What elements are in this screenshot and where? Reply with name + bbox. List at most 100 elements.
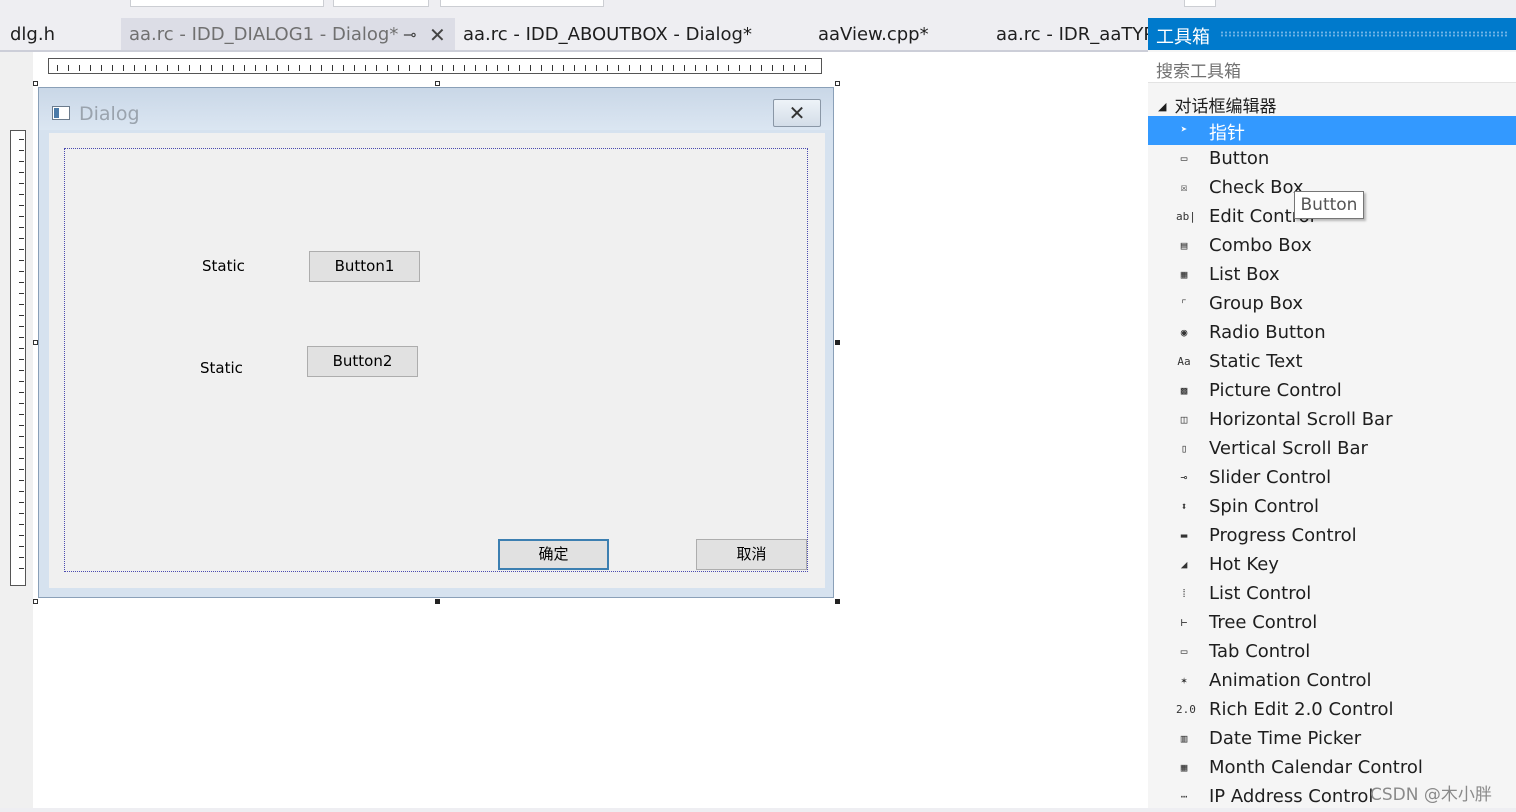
toolbox-item[interactable]: ⌜ Group Box — [1148, 290, 1516, 319]
toolbox-panel: 工具箱 搜索工具箱 ◢ 对话框编辑器 ➤ 指针 ▭ Button ☒ Check Box ab… — [1148, 18, 1516, 808]
toolbox-header[interactable]: 工具箱 — [1148, 18, 1516, 50]
resize-handle[interactable] — [835, 81, 840, 86]
resize-handle[interactable] — [435, 599, 440, 604]
list-control-icon: ⁞ — [1180, 587, 1188, 600]
category-label: 对话框编辑器 — [1174, 97, 1277, 117]
dialog-title-bar[interactable]: Dialog ✕ — [39, 88, 833, 130]
resize-handle[interactable] — [435, 81, 440, 86]
button2[interactable]: Button2 — [307, 346, 418, 377]
toolbox-item-label: Picture Control — [1209, 380, 1342, 401]
spin-control-icon: ⬍ — [1180, 500, 1188, 513]
ip-address-icon: ⋯ — [1180, 790, 1188, 803]
edit-control-icon: ab| — [1176, 210, 1196, 223]
toolbox-item-label: Group Box — [1209, 293, 1303, 314]
toolbar-combo[interactable] — [440, 0, 604, 7]
dialog-window-icon — [52, 106, 70, 120]
toolbox-item[interactable]: ➤ 指针 — [1148, 116, 1516, 145]
button1[interactable]: Button1 — [309, 251, 420, 282]
toolbox-item[interactable]: ▩ Picture Control — [1148, 377, 1516, 406]
dialog-title: Dialog — [79, 103, 140, 125]
toolbox-item-label: IP Address Control — [1209, 786, 1374, 807]
radio-button-icon: ◉ — [1180, 326, 1188, 339]
toolbar-combo[interactable] — [333, 0, 429, 7]
tree-control-icon: ⊢ — [1180, 616, 1188, 629]
resize-handle[interactable] — [835, 340, 840, 345]
dialog-designer-surface[interactable]: Dialog ✕ Static Button1 Static Button2 确… — [0, 52, 1148, 808]
static-text-1[interactable]: Static — [202, 257, 245, 275]
toolbox-item-label: Hot Key — [1209, 554, 1279, 575]
toolbox-item[interactable]: Aa Static Text — [1148, 348, 1516, 377]
cancel-button[interactable]: 取消 — [696, 539, 807, 570]
slider-control-icon: ⊸ — [1180, 471, 1188, 484]
hot-key-icon: ◢ — [1180, 558, 1188, 571]
toolbox-item-label: List Box — [1209, 264, 1280, 285]
toolbox-item-label: Static Text — [1209, 351, 1303, 372]
toolbox-item[interactable]: ▬ Progress Control — [1148, 522, 1516, 551]
dialog-close-button[interactable]: ✕ — [773, 99, 821, 127]
toolbox-item-label: Spin Control — [1209, 496, 1320, 517]
toolbox-item[interactable]: ▭ Button — [1148, 145, 1516, 174]
toolbox-item[interactable]: ⊢ Tree Control — [1148, 609, 1516, 638]
toolbox-item[interactable]: ◉ Radio Button — [1148, 319, 1516, 348]
tab-idr-aatyp[interactable]: aa.rc - IDR_aaTYP — [988, 18, 1148, 50]
checkbox-icon: ☒ — [1180, 181, 1188, 194]
animation-control-icon: ✶ — [1180, 674, 1188, 687]
tab-aaview-cpp[interactable]: aaView.cpp* — [810, 18, 980, 50]
document-tabs: dlg.h aa.rc - IDD_DIALOG1 - Dialog* ⊸ ✕ … — [0, 18, 1148, 52]
resize-handle[interactable] — [33, 81, 38, 86]
tab-idd-dialog1[interactable]: aa.rc - IDD_DIALOG1 - Dialog* ⊸ ✕ — [121, 18, 455, 50]
rich-edit-icon: 2.0 — [1176, 703, 1196, 716]
toolbox-item-label: Progress Control — [1209, 525, 1357, 546]
toolbox-item[interactable]: ⬍ Spin Control — [1148, 493, 1516, 522]
toolbox-item-label: Rich Edit 2.0 Control — [1209, 699, 1394, 720]
toolbox-item[interactable]: ▥ Date Time Picker — [1148, 725, 1516, 754]
toolbox-item-label: Button — [1209, 148, 1270, 169]
drag-grip[interactable] — [1220, 31, 1508, 37]
close-icon[interactable]: ✕ — [429, 18, 446, 52]
toolbox-item-label: Animation Control — [1209, 670, 1372, 691]
pointer-icon: ➤ — [1180, 123, 1188, 136]
tab-control-icon: ▭ — [1180, 645, 1188, 658]
toolbox-item[interactable]: ◢ Hot Key — [1148, 551, 1516, 580]
toolbox-item[interactable]: ▤ Combo Box — [1148, 232, 1516, 261]
search-placeholder: 搜索工具箱 — [1156, 62, 1241, 82]
toolbox-item[interactable]: ✶ Animation Control — [1148, 667, 1516, 696]
dialog-client-area[interactable]: Static Button1 Static Button2 确定 取消 — [49, 133, 825, 588]
toolbox-item-label: Combo Box — [1209, 235, 1312, 256]
ok-button[interactable]: 确定 — [498, 539, 609, 570]
resize-handle[interactable] — [835, 599, 840, 604]
toolbar-button[interactable] — [1184, 0, 1216, 7]
vertical-scroll-bar-icon: ▯ — [1180, 442, 1188, 455]
toolbox-item[interactable]: ⁞ List Control — [1148, 580, 1516, 609]
tab-dlg-h[interactable]: dlg.h — [2, 18, 120, 50]
toolbox-item[interactable]: ⊸ Slider Control — [1148, 464, 1516, 493]
toolbox-item[interactable]: ▦ List Box — [1148, 261, 1516, 290]
static-text-icon: Aa — [1177, 355, 1191, 368]
button-icon: ▭ — [1180, 152, 1188, 165]
resize-handle[interactable] — [33, 599, 38, 604]
month-calendar-icon: ▦ — [1180, 761, 1188, 774]
dialog-window[interactable]: Dialog ✕ Static Button1 Static Button2 确… — [38, 87, 834, 598]
horizontal-ruler[interactable] — [48, 58, 822, 74]
toolbox-item-label: Vertical Scroll Bar — [1209, 438, 1368, 459]
list-box-icon: ▦ — [1180, 268, 1188, 281]
toolbox-item[interactable]: ◫ Horizontal Scroll Bar — [1148, 406, 1516, 435]
toolbox-item[interactable]: 2.0 Rich Edit 2.0 Control — [1148, 696, 1516, 725]
toolbox-item-label: Horizontal Scroll Bar — [1209, 409, 1393, 430]
tab-idd-aboutbox[interactable]: aa.rc - IDD_ABOUTBOX - Dialog* — [455, 18, 805, 50]
collapse-triangle-icon[interactable]: ◢ — [1158, 100, 1166, 113]
toolbox-item[interactable]: ▭ Tab Control — [1148, 638, 1516, 667]
toolbar-combo[interactable] — [130, 0, 324, 7]
vertical-ruler[interactable] — [10, 130, 26, 586]
pin-icon[interactable]: ⊸ — [403, 18, 416, 52]
combo-box-icon: ▤ — [1180, 239, 1188, 252]
toolbox-search-input[interactable]: 搜索工具箱 — [1148, 52, 1516, 83]
static-text-2[interactable]: Static — [200, 359, 243, 377]
toolbox-item-label: Tree Control — [1209, 612, 1318, 633]
toolbox-item-label: 指针 — [1209, 123, 1245, 144]
group-box-icon: ⌜ — [1180, 297, 1188, 310]
toolbox-item[interactable]: ▦ Month Calendar Control — [1148, 754, 1516, 783]
toolbox-category-dialog-editor[interactable]: ◢ 对话框编辑器 — [1158, 92, 1276, 117]
toolbox-item[interactable]: ▯ Vertical Scroll Bar — [1148, 435, 1516, 464]
toolbox-item-label: Month Calendar Control — [1209, 757, 1423, 778]
